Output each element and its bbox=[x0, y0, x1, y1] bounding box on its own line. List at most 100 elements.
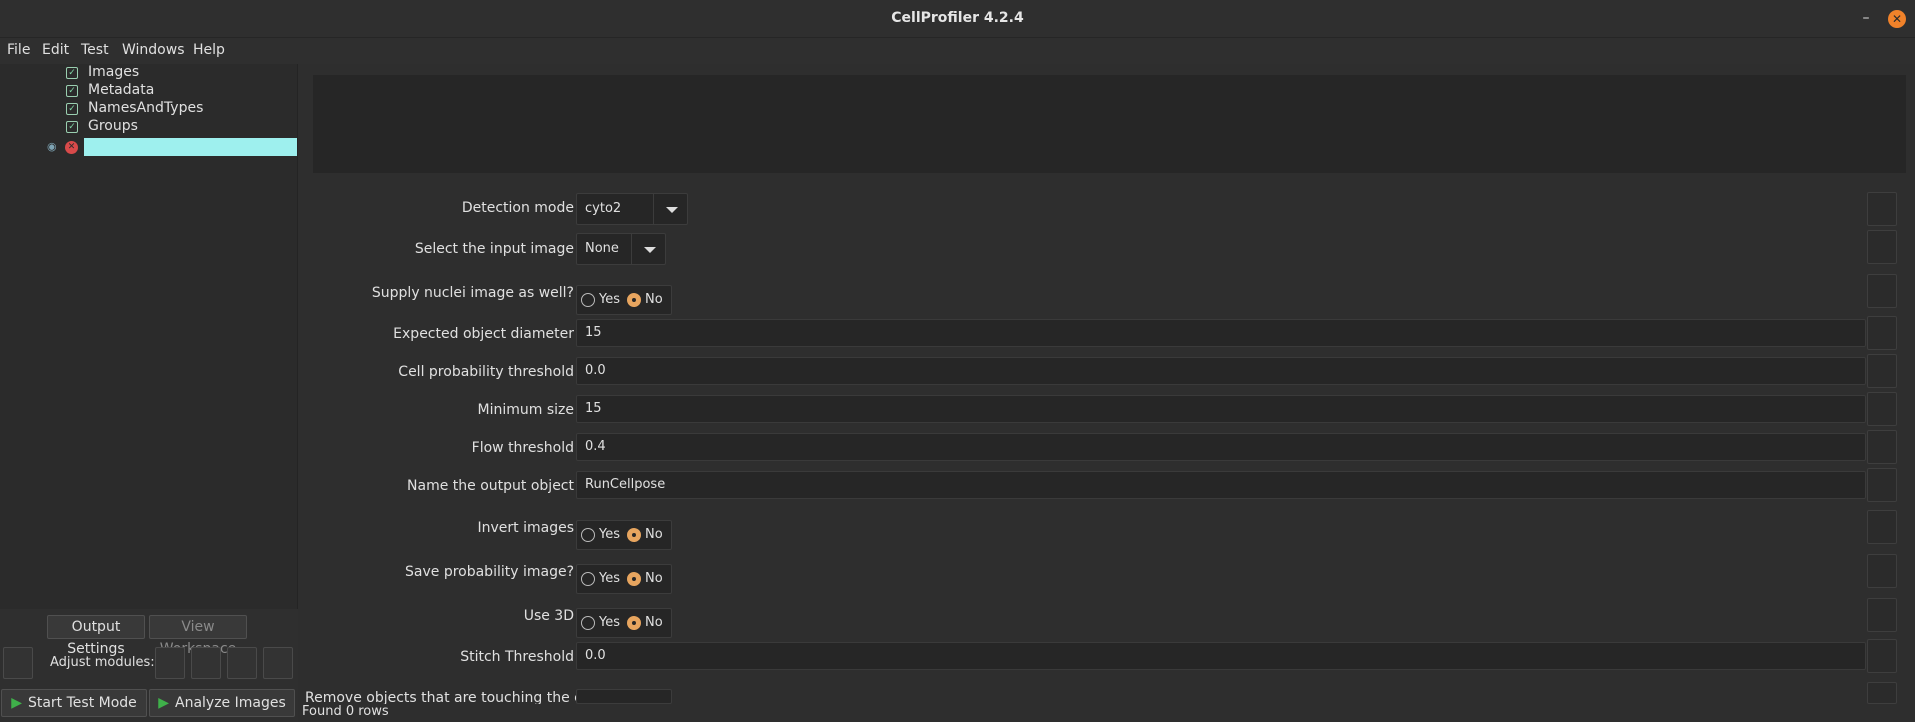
module-label: Images bbox=[88, 64, 140, 80]
output-settings-button[interactable]: Output Settings bbox=[47, 615, 145, 657]
check-icon[interactable]: ✓ bbox=[66, 121, 78, 133]
start-test-mode-button[interactable]: ▶ Start Test Mode bbox=[1, 689, 147, 717]
supply-nuclei-label: Supply nuclei image as well? bbox=[371, 285, 574, 301]
menu-file[interactable]: File bbox=[7, 42, 30, 58]
flow-threshold-label: Flow threshold bbox=[471, 440, 574, 456]
use-3d-label: Use 3D bbox=[523, 608, 574, 624]
radio-label: No bbox=[645, 571, 663, 586]
remove-module-button[interactable] bbox=[191, 647, 221, 679]
add-module-button[interactable] bbox=[155, 647, 185, 679]
menu-windows[interactable]: Windows bbox=[122, 42, 185, 58]
module-help-button[interactable] bbox=[3, 647, 33, 679]
module-runcellpose[interactable]: ◉ ✕ RunCellpose bbox=[0, 138, 298, 156]
help-button[interactable] bbox=[1867, 316, 1897, 350]
cell-prob-threshold-input[interactable]: 0.0 bbox=[576, 357, 1866, 385]
use-3d-radio-group: Yes No bbox=[576, 608, 672, 638]
stitch-threshold-value: 0.0 bbox=[585, 648, 606, 663]
menu-help[interactable]: Help bbox=[193, 42, 225, 58]
menu-edit[interactable]: Edit bbox=[42, 42, 69, 58]
module-groups[interactable]: ✓ Groups bbox=[0, 118, 298, 136]
help-button[interactable] bbox=[1867, 274, 1897, 308]
minimize-icon[interactable]: – bbox=[1858, 8, 1874, 28]
menu-bar: File Edit Test Windows Help bbox=[0, 38, 1915, 64]
supply-nuclei-no-radio[interactable] bbox=[627, 293, 641, 307]
detection-mode-label: Detection mode bbox=[461, 200, 574, 216]
save-probability-label: Save probability image? bbox=[405, 564, 574, 580]
menu-test[interactable]: Test bbox=[81, 42, 109, 58]
radio-label: Yes bbox=[599, 527, 620, 542]
module-label: Groups bbox=[88, 118, 138, 134]
help-button[interactable] bbox=[1867, 430, 1897, 464]
save-probability-radio-group: Yes No bbox=[576, 564, 672, 594]
move-down-button[interactable] bbox=[263, 647, 293, 679]
minimum-size-value: 15 bbox=[585, 401, 602, 416]
selected-module-label[interactable]: RunCellpose bbox=[84, 138, 297, 156]
detection-mode-select[interactable]: cyto2 bbox=[576, 193, 688, 225]
remove-edge-radio-group[interactable] bbox=[576, 689, 672, 704]
analyze-images-label: Analyze Images bbox=[175, 695, 286, 711]
input-image-select[interactable]: None bbox=[576, 233, 666, 265]
status-text: Found 0 rows bbox=[302, 704, 389, 719]
use-3d-yes-radio[interactable] bbox=[581, 616, 595, 630]
check-icon[interactable]: ✓ bbox=[66, 103, 78, 115]
output-object-label: Name the output object bbox=[407, 478, 574, 494]
status-bar: Found 0 rows bbox=[298, 704, 1915, 722]
expected-diameter-input[interactable]: 15 bbox=[576, 319, 1866, 347]
help-button[interactable] bbox=[1867, 554, 1897, 588]
move-up-button[interactable] bbox=[227, 647, 257, 679]
eye-icon[interactable]: ◉ bbox=[47, 141, 60, 152]
invert-images-no-radio[interactable] bbox=[627, 528, 641, 542]
minimum-size-label: Minimum size bbox=[477, 402, 574, 418]
invert-images-label: Invert images bbox=[477, 520, 575, 536]
module-namesandtypes[interactable]: ✓ NamesAndTypes bbox=[0, 100, 298, 118]
help-button[interactable] bbox=[1867, 682, 1897, 704]
help-button[interactable] bbox=[1867, 510, 1897, 544]
radio-label: No bbox=[645, 292, 663, 307]
help-button[interactable] bbox=[1867, 230, 1897, 264]
supply-nuclei-yes-radio[interactable] bbox=[581, 293, 595, 307]
invert-images-radio-group: Yes No bbox=[576, 520, 672, 550]
input-image-label: Select the input image bbox=[414, 241, 574, 257]
stitch-threshold-input[interactable]: 0.0 bbox=[576, 642, 1866, 670]
stitch-threshold-label: Stitch Threshold bbox=[460, 649, 574, 665]
help-button[interactable] bbox=[1867, 192, 1897, 226]
play-icon: ▶ bbox=[158, 695, 169, 711]
radio-label: Yes bbox=[599, 292, 620, 307]
help-button[interactable] bbox=[1867, 354, 1897, 388]
adjust-modules-label: Adjust modules: bbox=[50, 655, 155, 670]
help-button[interactable] bbox=[1867, 392, 1897, 426]
save-probability-yes-radio[interactable] bbox=[581, 572, 595, 586]
pipeline-panel: ✓ Images ✓ Metadata ✓ NamesAndTypes ✓ Gr… bbox=[0, 64, 298, 609]
help-button[interactable] bbox=[1867, 468, 1897, 502]
chevron-down-icon[interactable] bbox=[653, 194, 687, 224]
input-image-value: None bbox=[585, 241, 619, 256]
module-label: Metadata bbox=[88, 82, 155, 98]
use-3d-no-radio[interactable] bbox=[627, 616, 641, 630]
module-images[interactable]: ✓ Images bbox=[0, 64, 298, 82]
view-workspace-button[interactable]: View Workspace bbox=[149, 615, 247, 657]
module-notes-area[interactable] bbox=[313, 75, 1906, 173]
invert-images-yes-radio[interactable] bbox=[581, 528, 595, 542]
analyze-images-button[interactable]: ▶ Analyze Images bbox=[149, 689, 295, 717]
flow-threshold-input[interactable]: 0.4 bbox=[576, 433, 1866, 461]
chevron-down-icon[interactable] bbox=[631, 234, 665, 264]
help-button[interactable] bbox=[1867, 639, 1897, 673]
output-object-input[interactable]: RunCellpose bbox=[576, 471, 1866, 499]
radio-label: Yes bbox=[599, 571, 620, 586]
module-metadata[interactable]: ✓ Metadata bbox=[0, 82, 298, 100]
check-icon[interactable]: ✓ bbox=[66, 67, 78, 79]
check-icon[interactable]: ✓ bbox=[66, 85, 78, 97]
expected-diameter-value: 15 bbox=[585, 325, 602, 340]
supply-nuclei-radio-group: Yes No bbox=[576, 285, 672, 315]
title-bar: CellProfiler 4.2.4 – ✕ bbox=[0, 0, 1915, 38]
radio-label: No bbox=[645, 615, 663, 630]
cell-prob-threshold-value: 0.0 bbox=[585, 363, 606, 378]
save-probability-no-radio[interactable] bbox=[627, 572, 641, 586]
close-icon[interactable]: ✕ bbox=[1888, 10, 1906, 28]
start-test-mode-label: Start Test Mode bbox=[27, 695, 137, 711]
radio-label: Yes bbox=[599, 615, 620, 630]
minimum-size-input[interactable]: 15 bbox=[576, 395, 1866, 423]
help-button[interactable] bbox=[1867, 598, 1897, 632]
module-label: NamesAndTypes bbox=[88, 100, 204, 116]
module-settings-panel: Detection mode cyto2 Select the input im… bbox=[302, 64, 1915, 706]
